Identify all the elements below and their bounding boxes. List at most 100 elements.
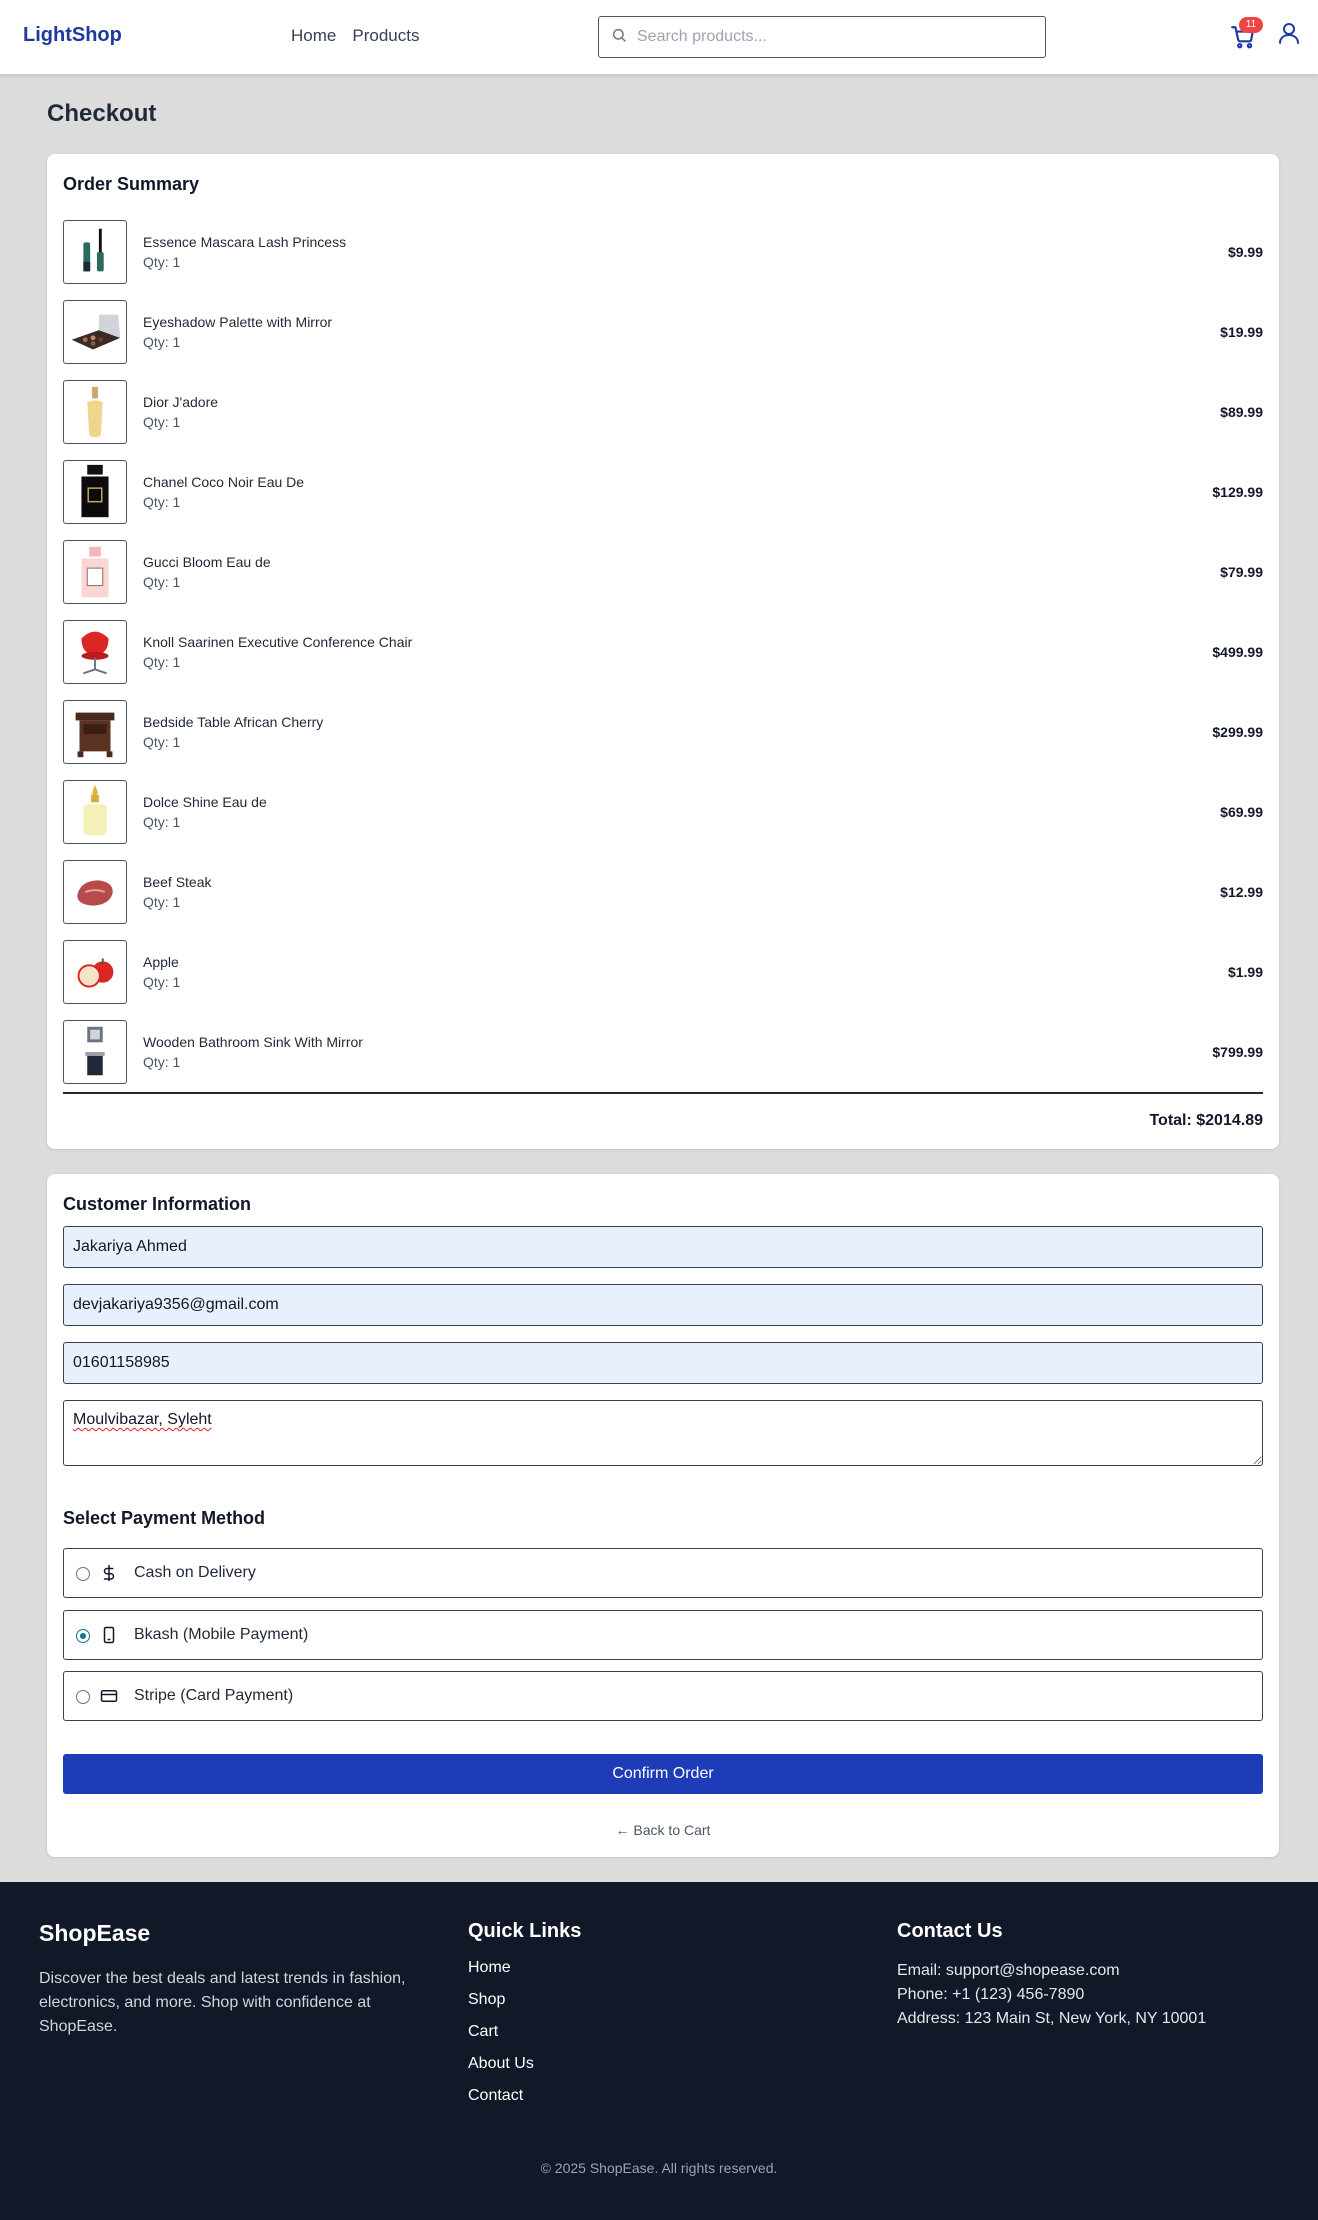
radio-cod[interactable] (76, 1567, 90, 1581)
item-price: $79.99 (1220, 564, 1263, 580)
item-price: $9.99 (1227, 244, 1263, 260)
radio-bkash[interactable] (76, 1629, 90, 1643)
item-price: $1.99 (1227, 964, 1263, 980)
item-price: $19.99 (1220, 324, 1263, 340)
item-qty: Qty: 1 (143, 1054, 181, 1070)
item-qty: Qty: 1 (143, 734, 181, 750)
order-total: Total: $2014.89 (1149, 1112, 1263, 1129)
item-name: Chanel Coco Noir Eau De (143, 474, 305, 490)
bedside-table-icon (63, 700, 127, 764)
payment-option-stripe[interactable]: Stripe (Card Payment) (63, 1671, 1263, 1721)
item-qty: Qty: 1 (143, 574, 181, 590)
list-item: Chanel Coco Noir Eau De Qty: 1 $129.99 (63, 460, 1263, 540)
cart-count-badge: 11 (1239, 17, 1263, 33)
item-price: $129.99 (1212, 484, 1263, 500)
contact-email: Email: support@shopease.com (897, 1962, 1120, 1979)
item-name: Gucci Bloom Eau de (143, 554, 271, 570)
payment-label: Stripe (Card Payment) (134, 1687, 294, 1704)
item-name: Essence Mascara Lash Princess (143, 234, 347, 250)
top-navbar: LightShop Home Products 11 (0, 0, 1318, 74)
chair-icon (63, 620, 127, 684)
customer-info-title: Customer Information (63, 1194, 252, 1214)
footer-link-about[interactable]: About Us (468, 2055, 581, 2087)
footer-description: Discover the best deals and latest trend… (39, 1970, 406, 2035)
mascara-icon (63, 220, 127, 284)
apple-icon (63, 940, 127, 1004)
item-name: Bedside Table African Cherry (143, 714, 324, 730)
cart-button[interactable]: 11 (1230, 17, 1263, 50)
list-item: Dior J'adore Qty: 1 $89.99 (63, 380, 1263, 460)
contact-address: Address: 123 Main St, New York, NY 10001 (897, 2010, 1207, 2027)
perfume-bottle-icon (63, 460, 127, 524)
order-items-list: Essence Mascara Lash Princess Qty: 1 $9.… (63, 220, 1263, 1100)
perfume-bottle-icon (63, 540, 127, 604)
list-item: Gucci Bloom Eau de Qty: 1 $79.99 (63, 540, 1263, 620)
item-price: $799.99 (1212, 1044, 1263, 1060)
item-price: $89.99 (1220, 404, 1263, 420)
footer-brand: ShopEase (39, 1920, 151, 1946)
search-input[interactable] (637, 28, 1017, 46)
item-qty: Qty: 1 (143, 654, 181, 670)
bathroom-sink-icon (63, 1020, 127, 1084)
footer-contact: Contact Us Email: support@shopease.com P… (897, 1920, 1206, 2031)
list-item: Dolce Shine Eau de Qty: 1 $69.99 (63, 780, 1263, 860)
steak-icon (63, 860, 127, 924)
perfume-bottle-icon (63, 380, 127, 444)
order-summary-card: Order Summary Essence Mascara Lash Princ… (47, 154, 1279, 1149)
list-item: Bedside Table African Cherry Qty: 1 $299… (63, 700, 1263, 780)
footer-link-home[interactable]: Home (468, 1959, 581, 1991)
dollar-icon (100, 1564, 118, 1582)
payment-method-title: Select Payment Method (63, 1508, 266, 1528)
name-field[interactable] (63, 1226, 1263, 1268)
item-qty: Qty: 1 (143, 254, 181, 270)
main-nav: Home Products (291, 26, 419, 46)
item-qty: Qty: 1 (143, 894, 181, 910)
item-price: $299.99 (1212, 724, 1263, 740)
item-name: Beef Steak (143, 874, 212, 890)
eyeshadow-palette-icon (63, 300, 127, 364)
footer-link-cart[interactable]: Cart (468, 2023, 581, 2055)
phone-field[interactable] (63, 1342, 1263, 1384)
item-name: Knoll Saarinen Executive Conference Chai… (143, 634, 413, 650)
list-item: Knoll Saarinen Executive Conference Chai… (63, 620, 1263, 700)
item-price: $12.99 (1220, 884, 1263, 900)
item-name: Eyeshadow Palette with Mirror (143, 314, 333, 330)
search-box (598, 16, 1046, 58)
address-field[interactable]: Moulvibazar, Syleht (63, 1400, 1263, 1466)
nav-link-home[interactable]: Home (291, 26, 336, 46)
item-qty: Qty: 1 (143, 974, 181, 990)
item-qty: Qty: 1 (143, 334, 181, 350)
summary-divider (63, 1092, 1263, 1094)
item-name: Apple (143, 954, 179, 970)
quick-links-title: Quick Links (468, 1920, 582, 1942)
item-name: Wooden Bathroom Sink With Mirror (143, 1034, 363, 1050)
payment-label: Cash on Delivery (134, 1564, 256, 1581)
footer-link-shop[interactable]: Shop (468, 1991, 581, 2023)
radio-stripe[interactable] (76, 1690, 90, 1704)
payment-option-cod[interactable]: Cash on Delivery (63, 1548, 1263, 1598)
payment-option-bkash[interactable]: Bkash (Mobile Payment) (63, 1610, 1263, 1660)
customer-info-card: Customer Information Moulvibazar, Syleht… (47, 1174, 1279, 1857)
payment-label: Bkash (Mobile Payment) (134, 1626, 309, 1643)
item-qty: Qty: 1 (143, 414, 181, 430)
smartphone-icon (100, 1626, 118, 1644)
item-name: Dolce Shine Eau de (143, 794, 267, 810)
copyright: © 2025 ShopEase. All rights reserved. (540, 2160, 778, 2176)
item-price: $69.99 (1220, 804, 1263, 820)
perfume-bottle-icon (63, 780, 127, 844)
email-field[interactable] (63, 1284, 1263, 1326)
list-item: Beef Steak Qty: 1 $12.99 (63, 860, 1263, 940)
search-icon (611, 27, 627, 48)
footer-link-contact[interactable]: Contact (468, 2087, 581, 2119)
item-qty: Qty: 1 (143, 814, 181, 830)
confirm-order-button[interactable]: Confirm Order (63, 1754, 1263, 1794)
back-to-cart-link[interactable]: ← Back to Cart (47, 1822, 1279, 1838)
site-logo[interactable]: LightShop (23, 24, 122, 47)
nav-link-products[interactable]: Products (352, 26, 419, 46)
list-item: Wooden Bathroom Sink With Mirror Qty: 1 … (63, 1020, 1263, 1100)
user-icon[interactable] (1277, 20, 1301, 51)
list-item: Essence Mascara Lash Princess Qty: 1 $9.… (63, 220, 1263, 300)
order-summary-title: Order Summary (63, 174, 200, 194)
page-title: Checkout (47, 100, 157, 127)
item-name: Dior J'adore (143, 394, 219, 410)
